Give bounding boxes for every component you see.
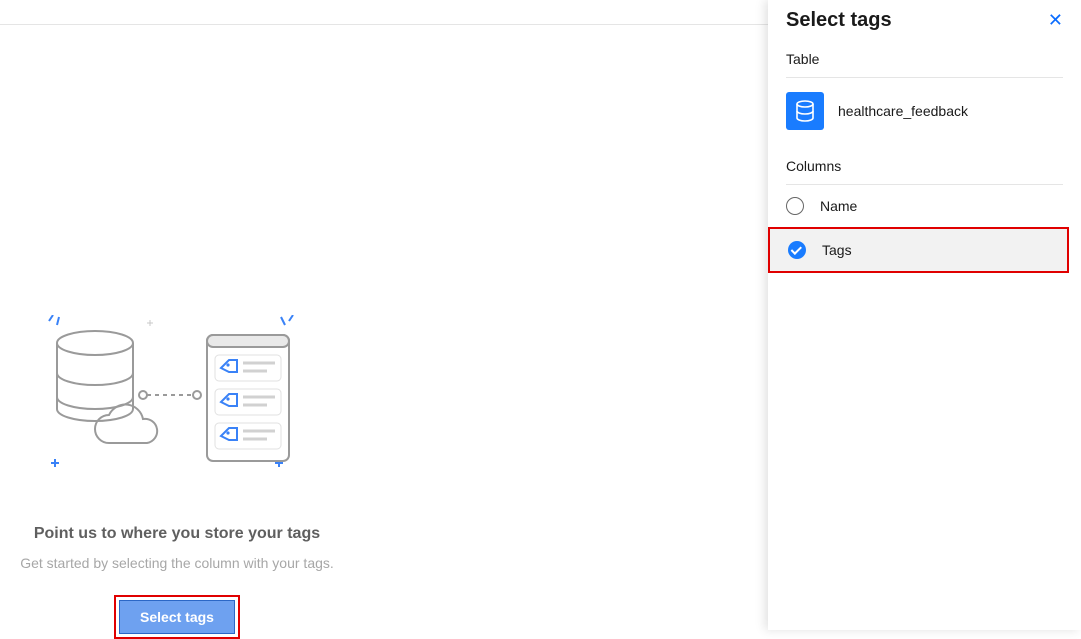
column-label: Name <box>820 198 857 214</box>
radio-checked-icon <box>788 241 806 259</box>
table-section-label: Table <box>768 41 1081 71</box>
panel-title: Select tags <box>786 9 892 32</box>
column-tags-highlight: Tags <box>768 227 1069 273</box>
empty-headline: Point us to where you store your tags <box>0 525 354 543</box>
column-row-name[interactable]: Name <box>768 185 1081 227</box>
close-icon[interactable]: ✕ <box>1044 8 1067 33</box>
database-icon <box>786 92 824 130</box>
main-content: Point us to where you store your tags Ge… <box>0 0 760 630</box>
select-tags-button[interactable]: Select tags <box>119 600 235 634</box>
select-tags-panel: Select tags ✕ Table healthcare_feedback … <box>768 0 1081 630</box>
columns-section-label: Columns <box>768 148 1081 178</box>
table-row[interactable]: healthcare_feedback <box>768 78 1081 136</box>
select-tags-highlight: Select tags <box>114 595 240 639</box>
panel-header: Select tags ✕ <box>768 4 1081 41</box>
column-label: Tags <box>822 242 852 258</box>
column-row-tags[interactable]: Tags <box>770 229 1067 271</box>
radio-unchecked-icon <box>786 197 804 215</box>
empty-subtext: Get started by selecting the column with… <box>0 555 354 571</box>
table-name: healthcare_feedback <box>838 103 968 119</box>
empty-state: Point us to where you store your tags Ge… <box>0 310 354 639</box>
